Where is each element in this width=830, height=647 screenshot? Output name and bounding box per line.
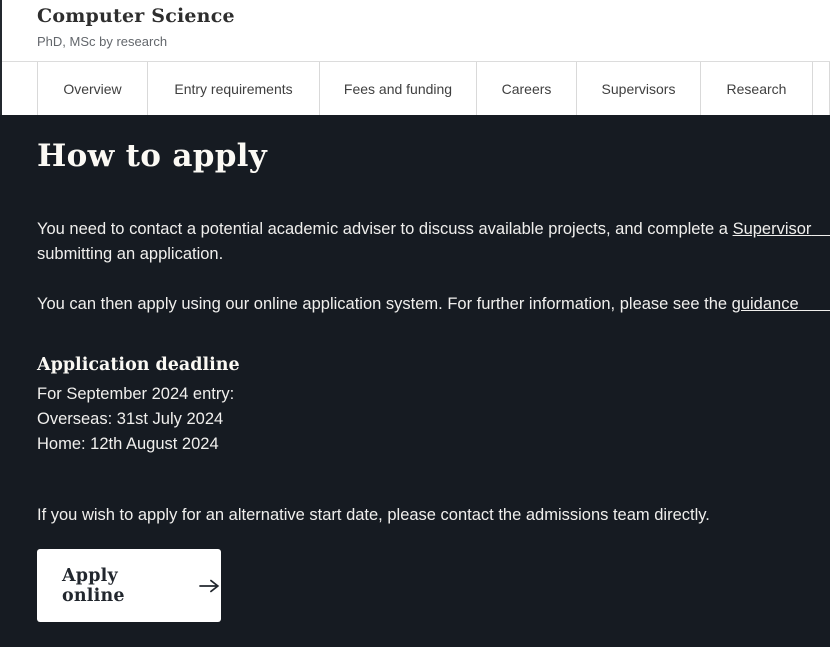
deadline-heading: Application deadline bbox=[37, 353, 830, 378]
tab-overview[interactable]: Overview bbox=[38, 62, 148, 115]
tab-fees-and-funding[interactable]: Fees and funding bbox=[320, 62, 477, 115]
adviser-paragraph-line2: submitting an application. bbox=[37, 242, 830, 267]
deadline-overseas-line: Overseas: 31st July 2024 bbox=[37, 407, 830, 432]
tab-entry-requirements[interactable]: Entry requirements bbox=[148, 62, 320, 115]
section-heading: How to apply bbox=[37, 115, 830, 175]
arrow-right-icon bbox=[198, 578, 221, 594]
adviser-paragraph-text: You need to contact a potential academic… bbox=[37, 220, 733, 238]
course-header: Computer Science PhD, MSc by research bbox=[0, 0, 830, 61]
deadline-entry-line: For September 2024 entry: bbox=[37, 382, 830, 407]
course-nav: Overview Entry requirements Fees and fun… bbox=[0, 61, 830, 115]
online-application-paragraph: You can then apply using our online appl… bbox=[37, 292, 830, 317]
course-subtitle: PhD, MSc by research bbox=[0, 28, 830, 49]
how-to-apply-section: How to apply You need to contact a poten… bbox=[0, 115, 830, 647]
supervisor-request-link[interactable]: Supervisor bbox=[733, 220, 830, 238]
tab-careers[interactable]: Careers bbox=[477, 62, 577, 115]
guidance-link[interactable]: guidance bbox=[732, 295, 830, 313]
apply-online-button[interactable]: Apply online bbox=[37, 549, 221, 622]
deadline-home-line: Home: 12th August 2024 bbox=[37, 432, 830, 457]
tab-supervisors[interactable]: Supervisors bbox=[577, 62, 701, 115]
apply-online-label: Apply online bbox=[62, 566, 186, 606]
tab-research[interactable]: Research bbox=[701, 62, 813, 115]
course-page: Computer Science PhD, MSc by research Ov… bbox=[0, 0, 830, 647]
alternative-date-paragraph: If you wish to apply for an alternative … bbox=[37, 503, 830, 528]
nav-right-spacer bbox=[813, 62, 830, 115]
adviser-paragraph: You need to contact a potential academic… bbox=[37, 217, 830, 267]
window-edge-line bbox=[0, 0, 2, 115]
online-application-text: You can then apply using our online appl… bbox=[37, 295, 732, 313]
course-title: Computer Science bbox=[0, 0, 830, 28]
nav-left-spacer bbox=[0, 62, 38, 115]
